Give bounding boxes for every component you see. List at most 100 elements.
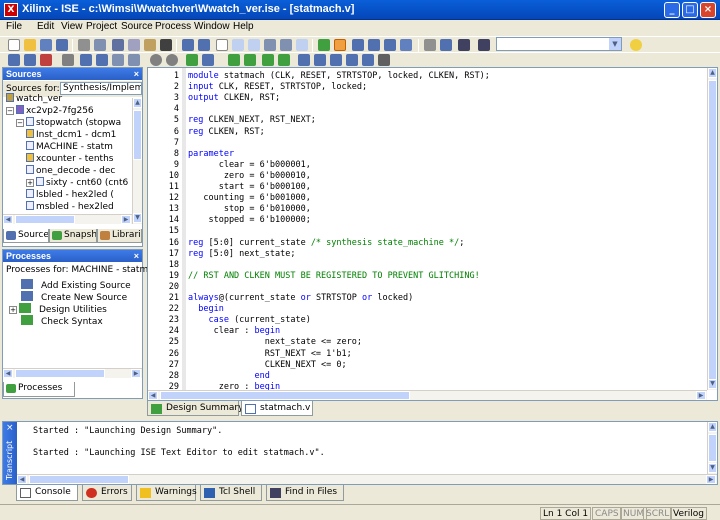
code-line[interactable]: CLKEN_NEXT <= 0; xyxy=(188,360,347,371)
zoom-select-icon[interactable] xyxy=(296,39,308,51)
copy-icon[interactable] xyxy=(128,39,140,51)
tree-item[interactable]: one_decode - dec xyxy=(26,165,115,177)
open-folder-icon[interactable] xyxy=(24,39,36,51)
menu-source[interactable]: Source xyxy=(121,21,153,32)
scroll-thumb[interactable] xyxy=(708,80,717,380)
tab-find-in-files[interactable]: Find in Files xyxy=(266,485,344,501)
collapse-icon[interactable]: − xyxy=(6,107,14,115)
indent-icon[interactable] xyxy=(128,54,140,66)
properties-icon[interactable] xyxy=(424,39,436,51)
scroll-down-icon[interactable]: ▼ xyxy=(708,379,717,389)
tree-item[interactable]: Inst_dcm1 - dcm1 xyxy=(26,129,116,141)
print-preview-icon[interactable] xyxy=(94,39,106,51)
tree-item[interactable]: + sixty - cnt60 (cnt6 xyxy=(26,177,128,189)
find-in-files-icon[interactable] xyxy=(478,39,490,51)
close-icon[interactable]: × xyxy=(134,68,139,80)
scroll-left-icon[interactable]: ◀ xyxy=(3,369,13,378)
scroll-left-icon[interactable]: ◀ xyxy=(17,475,27,484)
zoom-fit-icon[interactable] xyxy=(264,39,276,51)
tree-item[interactable]: msbled - hex2led xyxy=(26,201,114,213)
paste-icon[interactable] xyxy=(144,39,156,51)
bookmark-next-icon[interactable] xyxy=(314,54,326,66)
tab-libraries[interactable]: Libraries xyxy=(97,229,142,243)
code-line[interactable]: start = 6'b000100, xyxy=(188,182,311,193)
processes-horizontal-scrollbar[interactable]: ◀ ▶ xyxy=(3,368,142,378)
code-line[interactable]: // RST AND CLKEN MUST BE REGISTERED TO P… xyxy=(188,271,480,282)
scroll-up-icon[interactable]: ▲ xyxy=(708,68,717,78)
scroll-thumb[interactable] xyxy=(708,434,717,462)
tab-warnings[interactable]: Warnings xyxy=(136,485,197,501)
tab-processes[interactable]: Processes xyxy=(3,382,75,397)
sources-for-select[interactable]: Synthesis/Implemen xyxy=(60,82,142,95)
code-line[interactable]: clear : begin xyxy=(188,326,281,337)
code-line[interactable]: next_state <= zero; xyxy=(188,337,362,348)
code-line[interactable]: module statmach (CLK, RESET, STRTSTOP, lo… xyxy=(188,71,490,82)
process-item[interactable]: + Design Utilities xyxy=(9,303,107,315)
gear-icon[interactable] xyxy=(62,54,74,66)
scroll-right-icon[interactable]: ▶ xyxy=(131,369,141,378)
scroll-right-icon[interactable]: ▶ xyxy=(696,391,706,400)
code-line[interactable]: clear = 6'b000001, xyxy=(188,160,311,171)
lightbulb-icon[interactable] xyxy=(630,39,642,51)
save-all-icon[interactable] xyxy=(56,39,68,51)
scroll-down-icon[interactable]: ▼ xyxy=(708,463,717,473)
close-button[interactable]: × xyxy=(700,2,716,18)
scroll-down-icon[interactable]: ▼ xyxy=(133,213,142,223)
scroll-left-icon[interactable]: ◀ xyxy=(148,391,158,400)
implement-icon[interactable] xyxy=(80,54,92,66)
sources-vertical-scrollbar[interactable]: ▲ ▼ xyxy=(132,98,142,224)
clear-bookmarks-icon[interactable] xyxy=(378,54,390,66)
code-line[interactable]: stopped = 6'b100000; xyxy=(188,215,310,226)
tree-item[interactable]: MACHINE - statm xyxy=(26,141,113,153)
code-line[interactable]: stop = 6'b010000, xyxy=(188,204,311,215)
close-icon[interactable]: × xyxy=(134,250,139,262)
tab-snapshots[interactable]: Snapshots xyxy=(49,229,97,243)
tab-console[interactable]: Console xyxy=(16,485,78,501)
zoom-out-icon[interactable] xyxy=(248,39,260,51)
chevron-down-icon[interactable]: ▼ xyxy=(609,38,621,50)
help-topics-icon[interactable] xyxy=(440,39,452,51)
outline-icon[interactable] xyxy=(202,54,214,66)
code-editor[interactable]: 1 2 3 4 5 6 7 8 9 10 11 12 13 14 15 16 17 18 19 20 21 22 23 24 2… xyxy=(147,67,718,401)
tree-item[interactable]: lsbled - hex2led ( xyxy=(26,189,114,201)
menu-process[interactable]: Process xyxy=(155,21,191,32)
code-line[interactable]: input CLK, RESET, STRTSTOP, locked; xyxy=(188,82,367,93)
window-list-icon[interactable] xyxy=(400,39,412,51)
code-line[interactable]: output CLKEN, RST; xyxy=(188,93,280,104)
tab-tcl-shell[interactable]: Tcl Shell xyxy=(200,485,262,501)
window-tile-vertical-icon[interactable] xyxy=(384,39,396,51)
code-line[interactable]: parameter xyxy=(188,149,234,160)
design-summary-icon[interactable] xyxy=(334,39,346,51)
code-line[interactable]: reg CLKEN_NEXT, RST_NEXT; xyxy=(188,115,316,126)
language-templates-icon[interactable] xyxy=(362,54,374,66)
check-icon[interactable] xyxy=(216,39,228,51)
menu-help[interactable]: Help xyxy=(233,21,254,32)
zoom-in-icon[interactable] xyxy=(232,39,244,51)
expand-icon[interactable]: + xyxy=(9,306,17,314)
find-icon[interactable] xyxy=(458,39,470,51)
process-item[interactable]: Check Syntax xyxy=(9,315,103,327)
scroll-thumb[interactable] xyxy=(133,110,142,160)
tree-item[interactable]: − stopwatch (stopwa xyxy=(16,117,121,129)
tab-source[interactable]: Source xyxy=(3,229,49,243)
indent-left-icon[interactable] xyxy=(244,54,256,66)
generate-icon[interactable] xyxy=(96,54,108,66)
scroll-right-icon[interactable]: ▶ xyxy=(706,475,716,484)
refresh-icon[interactable] xyxy=(318,39,330,51)
code-line[interactable]: reg [5:0] next_state; xyxy=(188,249,295,260)
minimize-button[interactable]: _ xyxy=(664,2,680,18)
code-line[interactable]: end xyxy=(188,371,270,382)
window-tile-horizontal-icon[interactable] xyxy=(368,39,380,51)
transcript-horizontal-scrollbar[interactable]: ◀ ▶ xyxy=(17,474,717,484)
zoom-full-icon[interactable] xyxy=(280,39,292,51)
save-icon[interactable] xyxy=(40,39,52,51)
code-line[interactable]: zero = 6'b000010, xyxy=(188,171,311,182)
cleanup-icon[interactable] xyxy=(40,54,52,66)
expand-icon[interactable]: + xyxy=(26,179,34,187)
transcript-vertical-scrollbar[interactable]: ▲ ▼ xyxy=(707,422,717,474)
scroll-thumb[interactable] xyxy=(29,475,129,484)
scroll-up-icon[interactable]: ▲ xyxy=(133,98,142,108)
menu-window[interactable]: Window xyxy=(194,21,230,32)
maximize-button[interactable]: □ xyxy=(682,2,698,18)
print-icon[interactable] xyxy=(78,39,90,51)
